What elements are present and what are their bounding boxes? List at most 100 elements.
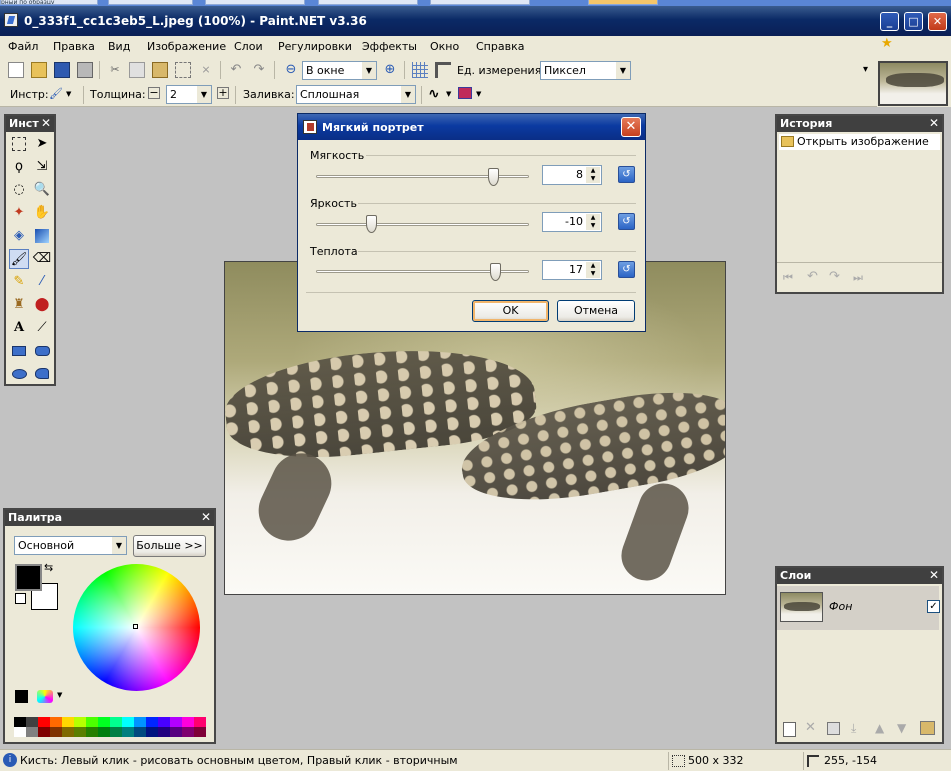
paintbrush-tool-icon[interactable]: 🖌 bbox=[9, 249, 29, 269]
pan-tool-icon[interactable]: ✋ bbox=[32, 203, 52, 223]
palette-options-icon[interactable] bbox=[37, 690, 53, 703]
more-colors-button[interactable]: Больше >> bbox=[133, 535, 206, 557]
color-swatch[interactable] bbox=[14, 717, 26, 727]
menu-layers[interactable]: Слои bbox=[234, 40, 263, 53]
color-swatch[interactable] bbox=[38, 727, 50, 737]
dialog-close-button[interactable]: ✕ bbox=[621, 117, 641, 137]
softness-slider-thumb[interactable] bbox=[487, 168, 499, 186]
strip-tab-text[interactable]: рный по образцу bbox=[0, 0, 98, 5]
color-swatch[interactable] bbox=[50, 727, 62, 737]
color-swatch[interactable] bbox=[146, 717, 158, 727]
crop-icon[interactable] bbox=[175, 62, 191, 78]
color-swatch[interactable] bbox=[98, 717, 110, 727]
magic-wand-tool-icon[interactable]: ✦ bbox=[9, 203, 29, 223]
color-swatch[interactable] bbox=[134, 717, 146, 727]
color-swatch[interactable] bbox=[74, 717, 86, 727]
close-icon[interactable]: ✕ bbox=[929, 116, 939, 130]
color-wheel[interactable] bbox=[73, 564, 200, 691]
color-swatch[interactable] bbox=[26, 727, 38, 737]
warmth-slider-thumb[interactable] bbox=[489, 263, 501, 281]
color-swatch[interactable] bbox=[14, 727, 26, 737]
color-swatch[interactable] bbox=[146, 727, 158, 737]
color-swatch[interactable] bbox=[182, 717, 194, 727]
color-swatch[interactable] bbox=[62, 717, 74, 727]
undo-icon[interactable]: ↶ bbox=[807, 269, 818, 284]
move-selection-tool-icon[interactable]: ➤ bbox=[32, 134, 52, 154]
color-swatch[interactable] bbox=[86, 717, 98, 727]
primary-color-swatch[interactable] bbox=[15, 564, 42, 591]
delete-layer-icon[interactable]: ✕ bbox=[805, 720, 816, 735]
move-layer-down-icon[interactable]: ▼ bbox=[897, 721, 906, 735]
color-swatch[interactable] bbox=[158, 727, 170, 737]
cut-icon[interactable]: ✂ bbox=[107, 62, 123, 78]
line-curve-tool-icon[interactable]: ⟋ bbox=[32, 318, 52, 338]
color-swatch-grid[interactable] bbox=[14, 717, 206, 737]
freeform-shape-tool-icon[interactable] bbox=[32, 364, 52, 384]
thickness-select[interactable]: 2 ▼ bbox=[166, 85, 212, 104]
redo-icon[interactable]: ↷ bbox=[251, 62, 267, 78]
color-swatch[interactable] bbox=[62, 727, 74, 737]
rectangle-tool-icon[interactable] bbox=[9, 341, 29, 361]
zoom-out-icon[interactable]: ⊖ bbox=[283, 62, 299, 78]
rewind-icon[interactable]: ⏮ bbox=[783, 271, 793, 285]
duplicate-layer-icon[interactable] bbox=[827, 722, 840, 735]
dropdown-arrow-icon[interactable]: ▾ bbox=[863, 64, 868, 75]
softness-spinbox[interactable]: 8 ▲ ▼ bbox=[542, 165, 602, 185]
color-swatch[interactable] bbox=[110, 727, 122, 737]
strip-tab[interactable] bbox=[108, 0, 193, 5]
brush-tool-icon[interactable]: 🖌 bbox=[48, 86, 64, 102]
strip-tab[interactable] bbox=[430, 0, 530, 5]
history-item[interactable]: Открыть изображение bbox=[779, 134, 940, 150]
cancel-button[interactable]: Отмена bbox=[557, 300, 635, 322]
swap-colors-icon[interactable]: ⇆ bbox=[44, 561, 53, 574]
reset-brightness-button[interactable]: ↺ bbox=[618, 213, 635, 230]
minimize-button[interactable]: _ bbox=[880, 12, 899, 31]
color-swatch[interactable] bbox=[194, 727, 206, 737]
add-layer-icon[interactable] bbox=[783, 722, 796, 737]
image-tab-thumbnail[interactable] bbox=[878, 61, 948, 106]
copy-icon[interactable] bbox=[129, 62, 145, 78]
ruler-icon[interactable] bbox=[435, 62, 451, 78]
reset-colors-icon[interactable] bbox=[15, 593, 26, 604]
grid-icon[interactable] bbox=[412, 62, 428, 78]
close-window-button[interactable]: ✕ bbox=[928, 12, 947, 31]
color-swatch[interactable] bbox=[98, 727, 110, 737]
merge-layer-down-icon[interactable]: ⤓ bbox=[851, 721, 856, 736]
text-tool-icon[interactable]: A bbox=[9, 318, 29, 338]
menu-image[interactable]: Изображение bbox=[147, 40, 226, 53]
decrease-thickness-button[interactable]: − bbox=[148, 87, 160, 99]
ok-button[interactable]: OK bbox=[472, 300, 549, 322]
paste-icon[interactable] bbox=[152, 62, 168, 78]
spin-updown-icon[interactable]: ▲ ▼ bbox=[586, 214, 600, 230]
strip-tab-active[interactable] bbox=[588, 0, 658, 5]
brightness-slider-thumb[interactable] bbox=[366, 215, 378, 233]
chevron-down-icon[interactable]: ▼ bbox=[66, 86, 82, 102]
color-swatch[interactable] bbox=[194, 717, 206, 727]
color-swatch[interactable] bbox=[38, 717, 50, 727]
zoom-tool-icon[interactable]: 🔍 bbox=[32, 180, 52, 200]
reset-warmth-button[interactable]: ↺ bbox=[618, 261, 635, 278]
menu-view[interactable]: Вид bbox=[108, 40, 130, 53]
menu-effects[interactable]: Эффекты bbox=[362, 40, 417, 53]
layer-properties-icon[interactable] bbox=[920, 721, 935, 735]
color-swatch[interactable] bbox=[122, 717, 134, 727]
ellipse-tool-icon[interactable] bbox=[9, 364, 29, 384]
color-swatch[interactable] bbox=[110, 717, 122, 727]
redo-icon[interactable]: ↷ bbox=[829, 269, 840, 284]
color-swatch[interactable] bbox=[182, 727, 194, 737]
color-swatch[interactable] bbox=[86, 727, 98, 737]
warmth-spinbox[interactable]: 17 ▲ ▼ bbox=[542, 260, 602, 280]
units-select[interactable]: Пиксел ▼ bbox=[540, 61, 631, 80]
rectangle-select-tool-icon[interactable] bbox=[12, 137, 26, 151]
lasso-tool-icon[interactable]: ϙ bbox=[9, 157, 29, 177]
eraser-tool-icon[interactable]: ⌫ bbox=[32, 249, 52, 269]
reset-softness-button[interactable]: ↺ bbox=[618, 166, 635, 183]
ellipse-select-tool-icon[interactable]: ◌ bbox=[9, 180, 29, 200]
close-icon[interactable]: ✕ bbox=[41, 116, 51, 130]
strip-tab[interactable] bbox=[318, 0, 418, 5]
increase-thickness-button[interactable]: + bbox=[217, 87, 229, 99]
palette-swatch-icon[interactable] bbox=[15, 690, 28, 703]
save-icon[interactable] bbox=[54, 62, 70, 78]
brightness-spinbox[interactable]: -10 ▲ ▼ bbox=[542, 212, 602, 232]
new-file-icon[interactable] bbox=[8, 62, 24, 78]
